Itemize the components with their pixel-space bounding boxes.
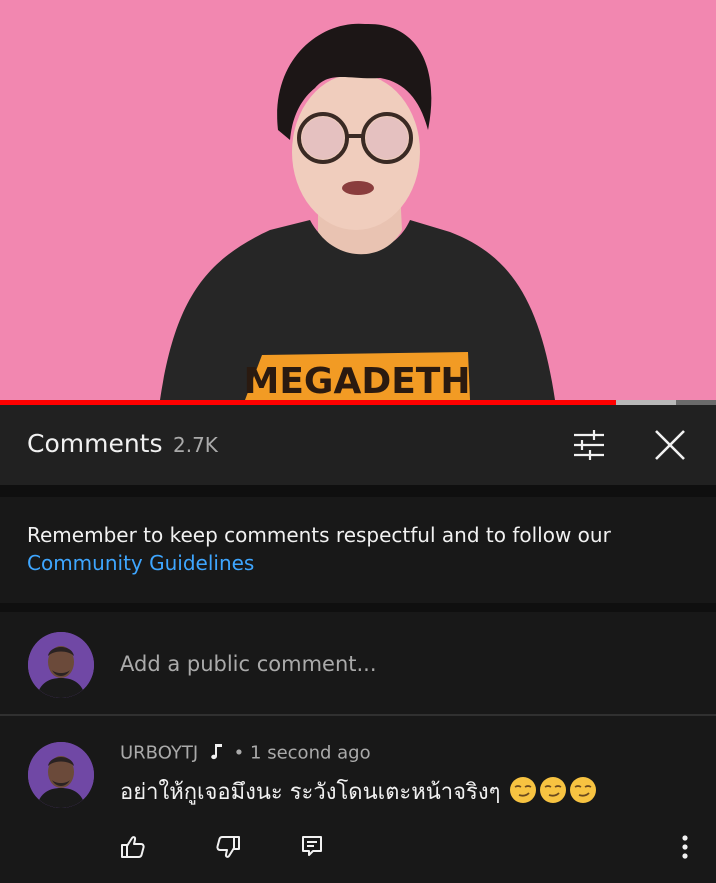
music-note-icon [210,742,224,765]
add-comment-row: Add a public comment... [0,612,716,714]
close-icon[interactable] [648,423,692,467]
community-guidelines-banner: Remember to keep comments respectful and… [0,497,716,603]
add-comment-input[interactable]: Add a public comment... [120,652,377,676]
smirking-face-emoji [509,776,537,810]
comment-text: อย่าให้กูเจอมึงนะ ระวังโดนเตะหน้าจริงๆ [120,774,597,810]
comment-item: URBOYTJ • 1 second ago อย่าให้กูเจอมึงนะ… [0,716,716,883]
comment-body: อย่าให้กูเจอมึงนะ ระวังโดนเตะหน้าจริงๆ [120,780,501,805]
video-frame-image: MEGADETH [0,0,716,400]
comment-author[interactable]: URBOYTJ [120,743,198,764]
community-guidelines-link[interactable]: Community Guidelines [27,551,254,575]
youtube-comments-screen: MEGADETH Comments 2.7K Remember to keep … [0,0,716,883]
more-vertical-icon[interactable] [675,832,695,862]
shirt-print-text: MEGADETH [244,361,471,400]
thumbs-up-icon[interactable] [120,834,146,860]
thumbs-down-icon[interactable] [215,834,241,860]
current-user-avatar [28,632,94,698]
smirking-face-emoji [569,776,597,810]
sort-filter-icon[interactable] [566,425,612,465]
comment-meta: URBOYTJ • 1 second ago [120,742,371,765]
comments-count: 2.7K [173,433,218,457]
comments-title: Comments [27,429,163,458]
smirking-face-emoji [539,776,567,810]
guidelines-text: Remember to keep comments respectful and… [27,523,611,547]
commenter-avatar[interactable] [28,742,94,808]
meta-separator: • [233,742,245,764]
reply-icon[interactable] [300,834,324,858]
video-player[interactable]: MEGADETH [0,0,716,400]
comments-header: Comments 2.7K [0,405,716,485]
comment-time[interactable]: 1 second ago [250,743,371,764]
